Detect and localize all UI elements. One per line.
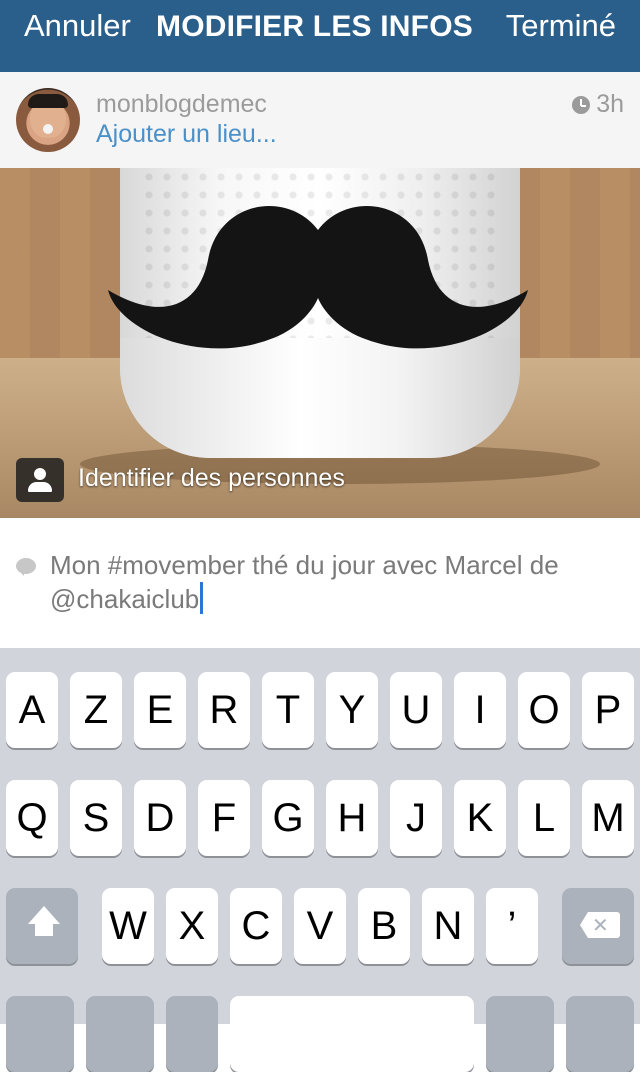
mic-icon[interactable] (166, 996, 218, 1072)
tag-person-head (34, 468, 46, 480)
key-i[interactable]: I (454, 672, 506, 748)
key-x[interactable]: X (166, 888, 218, 964)
key-f[interactable]: F (198, 780, 250, 856)
emoji-icon[interactable] (486, 996, 554, 1072)
key-t[interactable]: T (262, 672, 314, 748)
key-apostrophe[interactable]: ’ (486, 888, 538, 964)
avatar-mouth (43, 124, 53, 134)
key-b[interactable]: B (358, 888, 410, 964)
caption-field[interactable]: Mon #movember thé du jour avec Marcel de… (0, 518, 640, 648)
key-v[interactable]: V (294, 888, 346, 964)
return-key[interactable] (566, 996, 634, 1072)
shift-icon[interactable] (6, 888, 78, 964)
key-s[interactable]: S (70, 780, 122, 856)
key-y[interactable]: Y (326, 672, 378, 748)
key-l[interactable]: L (518, 780, 570, 856)
key-q[interactable]: Q (6, 780, 58, 856)
key-z[interactable]: Z (70, 672, 122, 748)
key-e[interactable]: E (134, 672, 186, 748)
text-cursor (200, 582, 204, 614)
post-time: 3h (572, 90, 624, 119)
post-photo[interactable]: Identifier des personnes (0, 168, 640, 518)
done-button[interactable]: Terminé (506, 8, 616, 44)
key-h[interactable]: H (326, 780, 378, 856)
key-k[interactable]: K (454, 780, 506, 856)
key-w[interactable]: W (102, 888, 154, 964)
post-time-value: 3h (596, 90, 624, 118)
globe-icon[interactable] (86, 996, 154, 1072)
add-place-link[interactable]: Ajouter un lieu... (96, 120, 277, 149)
space-key[interactable] (230, 996, 474, 1072)
post-header: monblogdemec Ajouter un lieu... 3h (0, 72, 640, 169)
key-g[interactable]: G (262, 780, 314, 856)
tag-people-label[interactable]: Identifier des personnes (78, 464, 345, 493)
key-o[interactable]: O (518, 672, 570, 748)
keyboard: A Z E R T Y U I O P Q S D F G H J K L M … (0, 648, 640, 1072)
key-c[interactable]: C (230, 888, 282, 964)
numbers-key[interactable] (6, 996, 74, 1072)
caption-text[interactable]: Mon #movember thé du jour avec Marcel de… (50, 548, 610, 616)
comment-bubble-icon (16, 558, 36, 576)
avatar[interactable] (16, 88, 80, 152)
mustache-graphic (108, 206, 528, 349)
key-r[interactable]: R (198, 672, 250, 748)
tag-person-body (28, 482, 52, 492)
key-n[interactable]: N (422, 888, 474, 964)
key-u[interactable]: U (390, 672, 442, 748)
avatar-hair (28, 94, 68, 108)
username[interactable]: monblogdemec (96, 90, 267, 119)
caption-value: Mon #movember thé du jour avec Marcel de… (50, 550, 559, 614)
key-a[interactable]: A (6, 672, 58, 748)
nav-bar: Annuler MODIFIER LES INFOS Terminé (0, 0, 640, 72)
cancel-button[interactable]: Annuler (24, 8, 131, 44)
clock-icon (572, 96, 591, 114)
key-j[interactable]: J (390, 780, 442, 856)
key-m[interactable]: M (582, 780, 634, 856)
delete-icon[interactable] (562, 888, 634, 964)
key-p[interactable]: P (582, 672, 634, 748)
page-title: MODIFIER LES INFOS (156, 10, 473, 43)
key-d[interactable]: D (134, 780, 186, 856)
tag-person-icon[interactable] (16, 458, 64, 502)
